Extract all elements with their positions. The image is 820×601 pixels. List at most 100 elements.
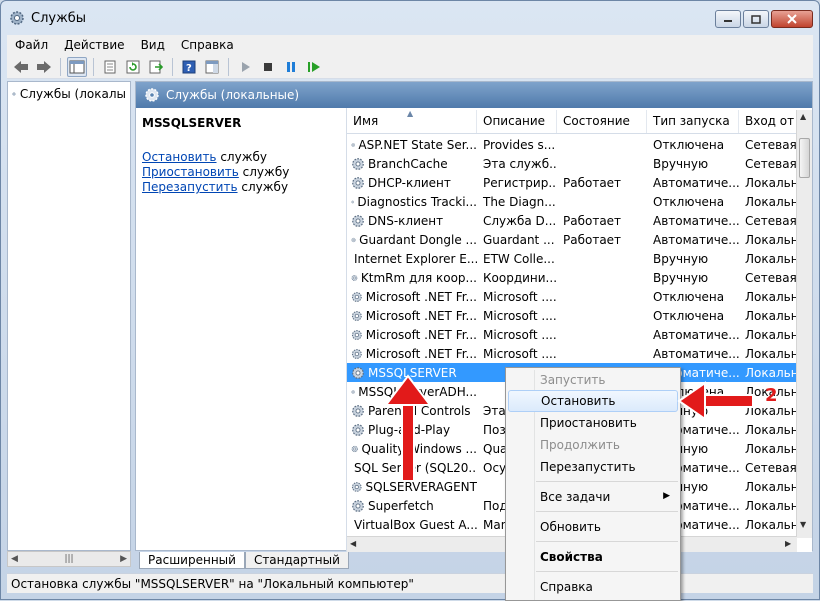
services-pane: Службы (локальные) MSSQLSERVER Остановит… xyxy=(135,81,813,552)
column-header-startup-type[interactable]: Тип запуска xyxy=(647,110,739,133)
minimize-button[interactable] xyxy=(715,10,741,28)
service-row[interactable]: Microsoft .NET Fr... Microsoft .... Автома… xyxy=(347,344,797,363)
pause-service-button[interactable] xyxy=(281,57,301,77)
back-button[interactable] xyxy=(11,57,31,77)
selected-service-name: MSSQLSERVER xyxy=(142,116,242,130)
console-tree-icon xyxy=(69,60,85,73)
column-header-name[interactable]: ▲ Имя xyxy=(347,110,477,133)
cell-startup-type: Вручную xyxy=(647,271,739,285)
cell-description: Эта служб... xyxy=(477,157,557,171)
close-button[interactable] xyxy=(771,10,813,28)
maximize-button[interactable] xyxy=(743,10,769,28)
cell-name: Guardant Dongle ... xyxy=(347,233,477,247)
menu-item-pause[interactable]: Приостановить xyxy=(508,412,678,434)
refresh-toolbar-button[interactable] xyxy=(123,57,143,77)
cell-status: Работает xyxy=(557,176,647,190)
menu-item-refresh[interactable]: Обновить xyxy=(508,516,678,538)
console-tree-button[interactable] xyxy=(67,56,87,77)
service-gear-icon xyxy=(352,499,364,512)
cell-name: DHCP-клиент xyxy=(347,176,477,190)
menu-action[interactable]: Действие xyxy=(56,38,132,52)
service-row[interactable]: Guardant Dongle ... Guardant ... Работает А… xyxy=(347,230,797,249)
menu-file[interactable]: Файл xyxy=(7,38,56,52)
cell-text: BranchCache xyxy=(368,156,448,171)
menu-item-help[interactable]: Справка xyxy=(508,576,678,598)
cell-name: Microsoft .NET Fr... xyxy=(347,309,477,323)
service-row[interactable]: Microsoft .NET Fr... Microsoft .... Отключ… xyxy=(347,287,797,306)
menu-item-start[interactable]: Запустить xyxy=(508,369,678,391)
tree-horizontal-scrollbar[interactable]: ◀ ||| ▶ xyxy=(7,551,131,567)
menu-item-restart[interactable]: Перезапустить xyxy=(508,456,678,478)
service-row[interactable]: KtmRm для коор... Координи... Вручную Сетев… xyxy=(347,268,797,287)
cell-text: Internet Explorer E... xyxy=(354,251,477,266)
cell-startup-type: Отключена xyxy=(647,138,739,152)
menu-item-label: Все задачи xyxy=(540,490,611,504)
cell-startup-type: Автоматиче... xyxy=(647,328,739,342)
cell-startup-type: Отключена xyxy=(647,309,739,323)
tab-standard[interactable]: Стандартный xyxy=(244,552,349,569)
column-header-status[interactable]: Состояние xyxy=(557,110,647,133)
cell-log-on-as: Локальная xyxy=(739,328,797,342)
cell-text: Provides s... xyxy=(483,137,556,152)
list-vertical-scrollbar[interactable]: ▲ ▼ xyxy=(796,110,812,538)
help-toolbar-button[interactable]: ? xyxy=(179,57,199,77)
cell-text: Сетевая сл xyxy=(745,270,797,285)
column-header-description[interactable]: Описание xyxy=(477,110,557,133)
column-header-log-on-as[interactable]: Вход от и xyxy=(739,110,797,133)
tab-extended[interactable]: Расширенный xyxy=(139,552,245,569)
service-row[interactable]: Internet Explorer E... ETW Colle... Вручну… xyxy=(347,249,797,268)
menu-item-properties[interactable]: Свойства xyxy=(508,546,678,568)
forward-button[interactable] xyxy=(34,57,54,77)
cell-name: ASP.NET State Ser... xyxy=(347,138,477,152)
cell-text: Локальная xyxy=(745,498,797,513)
tree-node-services-local[interactable]: Службы (локалы xyxy=(8,82,130,106)
services-gear-icon xyxy=(145,88,159,102)
cell-text: DNS-клиент xyxy=(368,213,444,228)
menu-item-resume[interactable]: Продолжить xyxy=(508,434,678,456)
scroll-thumb[interactable] xyxy=(799,138,810,178)
cell-text: Microsoft .... xyxy=(483,308,557,323)
service-gear-icon xyxy=(352,214,364,227)
cell-text: Локальная xyxy=(745,327,797,342)
service-row[interactable]: DNS-клиент Служба D... Работает Автоматиче.… xyxy=(347,211,797,230)
service-row[interactable]: ASP.NET State Ser... Provides s... Отключе… xyxy=(347,135,797,154)
service-row[interactable]: Microsoft .NET Fr... Microsoft .... Отключ… xyxy=(347,306,797,325)
cell-text: Автоматиче... xyxy=(653,213,739,228)
cell-text: Parental Controls xyxy=(368,403,471,418)
cell-startup-type: Автоматиче... xyxy=(647,233,739,247)
pause-service-link[interactable]: Приостановить xyxy=(142,165,239,179)
cell-text: Guardant ... xyxy=(483,232,555,247)
show-hide-action-pane-button[interactable] xyxy=(202,57,222,77)
service-row[interactable]: DHCP-клиент Регистрир... Работает Автоматич… xyxy=(347,173,797,192)
restart-service-button[interactable] xyxy=(304,57,324,77)
window-title: Службы xyxy=(31,10,87,26)
cell-startup-type: Отключена xyxy=(647,195,739,209)
service-row[interactable]: Diagnostics Tracki... The Diagn... Отключе… xyxy=(347,192,797,211)
cell-text: Отключена xyxy=(653,194,725,209)
export-list-button[interactable] xyxy=(146,57,166,77)
cell-text: Автоматиче... xyxy=(653,346,739,361)
start-service-button[interactable] xyxy=(235,57,255,77)
stop-service-button[interactable] xyxy=(258,57,278,77)
stop-service-link[interactable]: Остановить xyxy=(142,150,217,164)
menu-help[interactable]: Справка xyxy=(173,38,242,52)
toolbar-separator xyxy=(60,57,61,76)
service-gear-icon xyxy=(351,142,356,147)
menu-view[interactable]: Вид xyxy=(133,38,173,52)
properties-toolbar-button[interactable] xyxy=(100,57,120,77)
service-row[interactable]: BranchCache Эта служб... Вручную Сетевая сл xyxy=(347,154,797,173)
action-stop-line: Остановить службу xyxy=(142,150,338,164)
restart-icon xyxy=(308,61,320,72)
cell-text: The Diagn... xyxy=(483,194,556,209)
status-bar: Остановка службы "MSSQLSERVER" на "Локал… xyxy=(7,573,813,593)
restart-service-link[interactable]: Перезапустить xyxy=(142,180,238,194)
cell-description: Microsoft .... xyxy=(477,290,557,304)
cell-text: Локальная xyxy=(745,422,797,437)
menu-item-stop[interactable]: Остановить xyxy=(508,390,678,412)
menu-item-all-tasks[interactable]: Все задачи ▶ xyxy=(508,486,678,508)
service-gear-icon xyxy=(351,200,355,203)
service-gear-icon xyxy=(351,348,362,359)
cell-text: Отключена xyxy=(653,137,725,152)
cell-text: DHCP-клиент xyxy=(368,175,451,190)
service-row[interactable]: Microsoft .NET Fr... Microsoft .... Автома… xyxy=(347,325,797,344)
